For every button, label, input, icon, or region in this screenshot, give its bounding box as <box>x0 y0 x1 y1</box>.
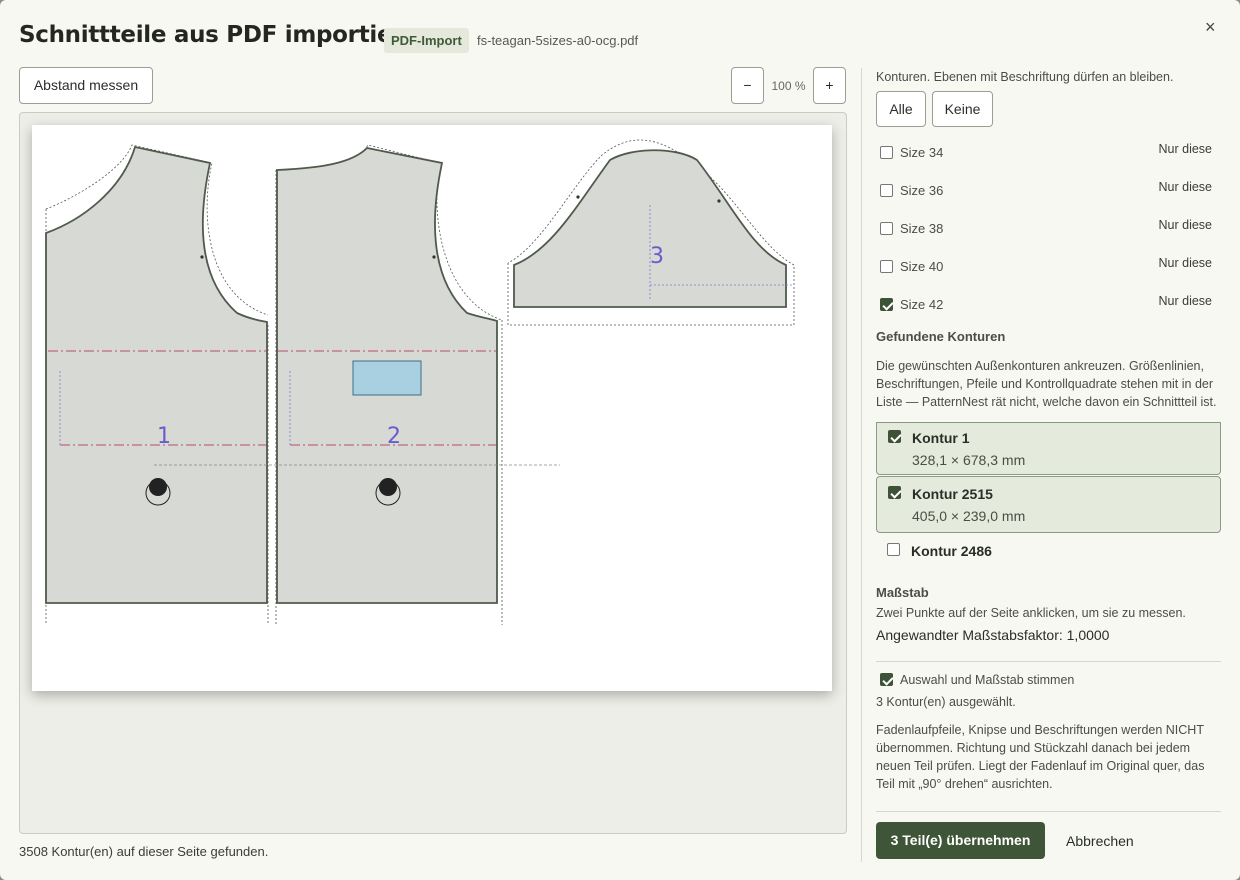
contour-dimensions: 405,0 × 239,0 mm <box>912 508 1026 524</box>
size-row-38: Size 38 Nur diese <box>876 218 1221 238</box>
contour-name: Kontur 1 <box>912 430 970 446</box>
size-checkbox[interactable] <box>880 146 893 159</box>
piece-number-2: 2 <box>387 424 401 449</box>
size-checkbox[interactable] <box>880 298 893 311</box>
confirm-checkbox[interactable] <box>880 673 893 686</box>
only-this-link[interactable]: Nur diese <box>1159 294 1213 308</box>
dialog-title: Schnittteile aus PDF importieren <box>19 22 435 48</box>
layers-intro: Konturen. Ebenen mit Beschriftung dürfen… <box>876 70 1174 84</box>
pdf-import-badge: PDF-Import <box>384 28 469 53</box>
size-checkbox[interactable] <box>880 184 893 197</box>
scale-hint: Zwei Punkte auf der Seite anklicken, um … <box>876 606 1186 620</box>
contour-name: Kontur 2486 <box>911 543 992 559</box>
section-divider <box>876 661 1221 662</box>
contour-checkbox[interactable] <box>887 543 900 556</box>
confirm-label[interactable]: Auswahl und Maßstab stimmen <box>900 671 1220 689</box>
size-checkbox[interactable] <box>880 222 893 235</box>
close-icon[interactable]: × <box>1205 17 1216 38</box>
size-label: Size 38 <box>900 221 944 236</box>
cancel-button[interactable]: Abbrechen <box>1066 833 1134 849</box>
section-divider <box>876 811 1221 812</box>
contour-name: Kontur 2515 <box>912 486 993 502</box>
scale-heading: Maßstab <box>876 585 929 600</box>
contours-description: Die gewünschten Außenkonturen ankreuzen.… <box>876 359 1217 409</box>
only-this-link[interactable]: Nur diese <box>1159 218 1213 232</box>
pattern-drawing: 1 2 3 <box>45 139 795 625</box>
select-none-button[interactable]: Keine <box>932 91 993 127</box>
apply-parts-button[interactable]: 3 Teil(e) übernehmen <box>876 822 1045 859</box>
size-label: Size 40 <box>900 259 944 274</box>
panel-divider <box>861 68 862 862</box>
only-this-link[interactable]: Nur diese <box>1159 256 1213 270</box>
contour-checkbox[interactable] <box>888 430 901 443</box>
only-this-link[interactable]: Nur diese <box>1159 180 1213 194</box>
contour-checkbox[interactable] <box>888 486 901 499</box>
measure-distance-button[interactable]: Abstand messen <box>19 67 153 104</box>
zoom-level: 100 % <box>771 79 806 93</box>
contour-dimensions: 328,1 × 678,3 mm <box>912 452 1026 468</box>
only-this-link[interactable]: Nur diese <box>1159 142 1213 156</box>
size-row-36: Size 36 Nur diese <box>876 180 1221 200</box>
size-row-34: Size 34 Nur diese <box>876 142 1221 162</box>
size-row-40: Size 40 Nur diese <box>876 256 1221 276</box>
import-dialog: Schnittteile aus PDF importieren PDF-Imp… <box>0 0 1240 880</box>
pdf-page[interactable]: 1 2 3 <box>32 125 832 691</box>
contour-item[interactable]: Kontur 1 328,1 × 678,3 mm <box>876 422 1221 475</box>
zoom-out-button[interactable]: − <box>731 67 764 104</box>
select-all-button[interactable]: Alle <box>876 91 926 127</box>
zoom-in-button[interactable]: + <box>813 67 846 104</box>
contour-item[interactable]: Kontur 2486 <box>876 537 1221 567</box>
file-name: fs-teagan-5sizes-a0-ocg.pdf <box>477 33 639 48</box>
import-note: Fadenlaufpfeile, Knipse und Beschriftung… <box>876 723 1205 791</box>
size-label: Size 42 <box>900 297 944 312</box>
size-row-42: Size 42 Nur diese <box>876 294 1221 314</box>
piece-number-3: 3 <box>650 244 664 269</box>
piece-number-1: 1 <box>157 424 171 449</box>
size-checkbox[interactable] <box>880 260 893 273</box>
contours-heading: Gefundene Konturen <box>876 329 1006 344</box>
scale-factor: Angewandter Maßstabsfaktor: 1,0000 <box>876 627 1110 643</box>
contour-count: 3508 Kontur(en) auf dieser Seite gefunde… <box>19 844 269 859</box>
size-label: Size 34 <box>900 145 944 160</box>
size-label: Size 36 <box>900 183 944 198</box>
selected-count: 3 Kontur(en) ausgewählt. <box>876 695 1016 709</box>
contour-item[interactable]: Kontur 2515 405,0 × 239,0 mm <box>876 476 1221 533</box>
